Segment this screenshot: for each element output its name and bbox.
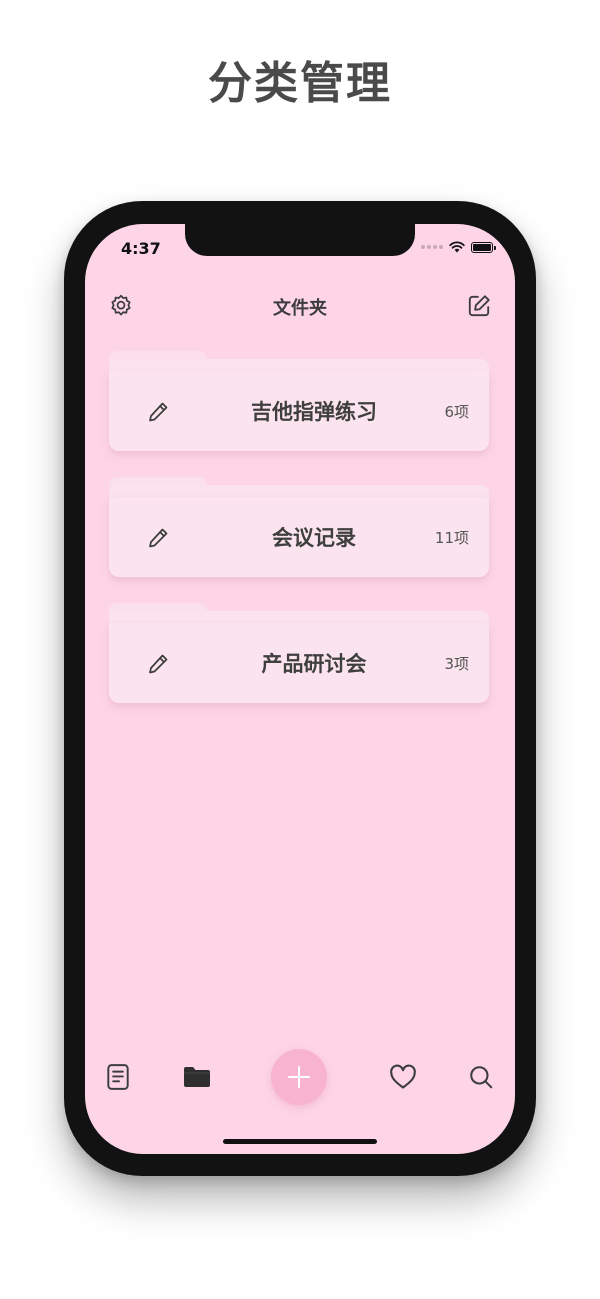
heart-icon [390,1064,416,1089]
tab-folders[interactable] [177,1057,217,1097]
edit-folder-button[interactable] [143,523,173,553]
folder-name: 会议记录 [272,526,356,550]
search-icon [470,1066,493,1089]
add-button[interactable] [271,1049,327,1105]
tab-notes[interactable] [98,1057,138,1097]
phone-frame: 4:37 文件夹 吉他指弹练习 6项 会议记录 11项 产品研讨会 3项 [64,201,536,1176]
home-indicator [223,1139,377,1144]
app-screen: 4:37 文件夹 吉他指弹练习 6项 会议记录 11项 产品研讨会 3项 [85,224,515,1154]
pencil-icon [149,402,168,422]
notes-icon [107,1064,129,1090]
status-time: 4:37 [121,239,161,258]
add-icon [288,1066,310,1088]
promo-page: 分类管理 4:37 文件夹 吉他指弹练习 6项 会议记录 11项 产品研讨会 3… [0,0,600,1299]
folder-card[interactable]: 产品研讨会 3项 [109,603,489,703]
tab-search[interactable] [461,1057,501,1097]
folder-card[interactable]: 吉他指弹练习 6项 [109,351,489,451]
edit-folder-button[interactable] [143,397,173,427]
folder-count: 11项 [434,529,469,547]
folder-count: 6项 [444,403,469,421]
folder-name: 吉他指弹练习 [251,400,377,424]
folder-count: 3项 [444,655,469,673]
tab-favorites[interactable] [383,1057,423,1097]
compose-icon [468,295,490,317]
nav-header: 文件夹 [85,286,515,326]
page-title: 文件夹 [273,298,327,319]
status-icons [421,241,496,253]
battery-icon [471,241,496,253]
tab-bar [85,1044,515,1114]
notch [185,224,415,256]
edit-folder-button[interactable] [143,649,173,679]
promo-title: 分类管理 [208,58,392,109]
pencil-icon [149,654,168,674]
signal-icon [421,245,443,249]
folder-card[interactable]: 会议记录 11项 [109,477,489,577]
compose-button[interactable] [463,290,495,322]
pencil-icon [149,528,168,548]
folder-name: 产品研讨会 [261,652,367,676]
wifi-icon [449,241,465,253]
folder-icon [184,1067,210,1087]
